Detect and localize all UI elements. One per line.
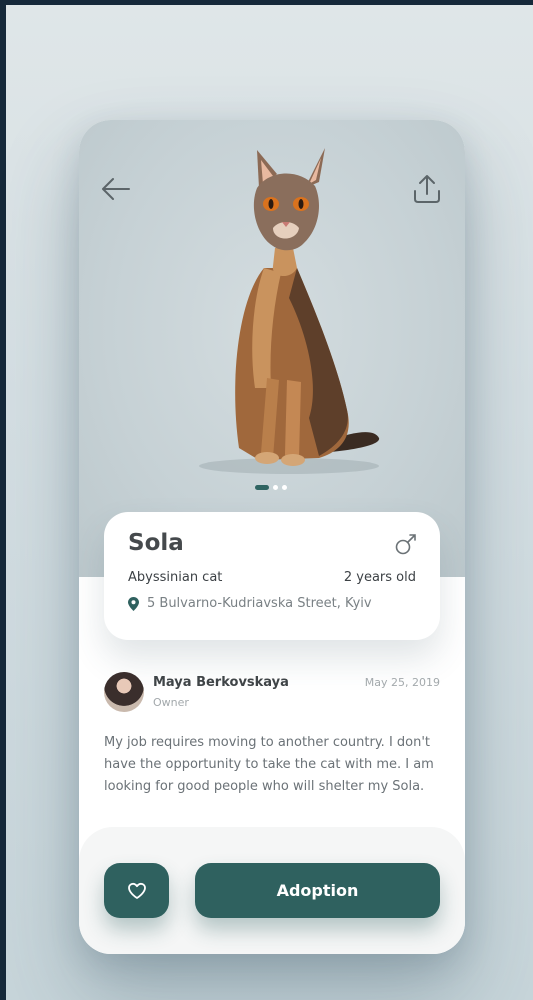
adoption-button[interactable]: Adoption (195, 863, 440, 918)
pet-breed: Abyssinian cat (128, 570, 223, 585)
location-pin-icon (128, 597, 139, 611)
favorite-button[interactable] (104, 863, 169, 918)
pet-address: 5 Bulvarno-Kudriavska Street, Kyiv (147, 596, 372, 611)
pet-name: Sola (128, 530, 184, 556)
male-gender-icon (395, 534, 416, 555)
pet-info-card: Sola Abyssinian cat 2 years old 5 Bulvar… (104, 512, 440, 640)
action-bar: Adoption (79, 827, 465, 954)
owner-role: Owner (153, 696, 189, 709)
page-dot[interactable] (273, 484, 278, 490)
share-icon[interactable] (411, 172, 443, 206)
gallery-page-indicator[interactable] (255, 484, 287, 490)
page-dot[interactable] (282, 484, 287, 490)
pet-age: 2 years old (343, 570, 416, 585)
owner-name[interactable]: Maya Berkovskaya (153, 675, 289, 690)
owner-section: Maya Berkovskaya Owner May 25, 2019 (104, 672, 440, 712)
owner-story: My job requires moving to another countr… (104, 735, 434, 794)
post-date: May 25, 2019 (364, 676, 440, 689)
owner-avatar[interactable] (104, 672, 144, 712)
heart-icon (127, 882, 146, 899)
cat-photo (199, 148, 380, 474)
back-arrow-icon[interactable] (99, 172, 133, 206)
phone-screen: Sola Abyssinian cat 2 years old 5 Bulvar… (79, 120, 465, 954)
pet-photo-gallery[interactable] (79, 120, 465, 577)
page-dot-active[interactable] (255, 484, 269, 490)
